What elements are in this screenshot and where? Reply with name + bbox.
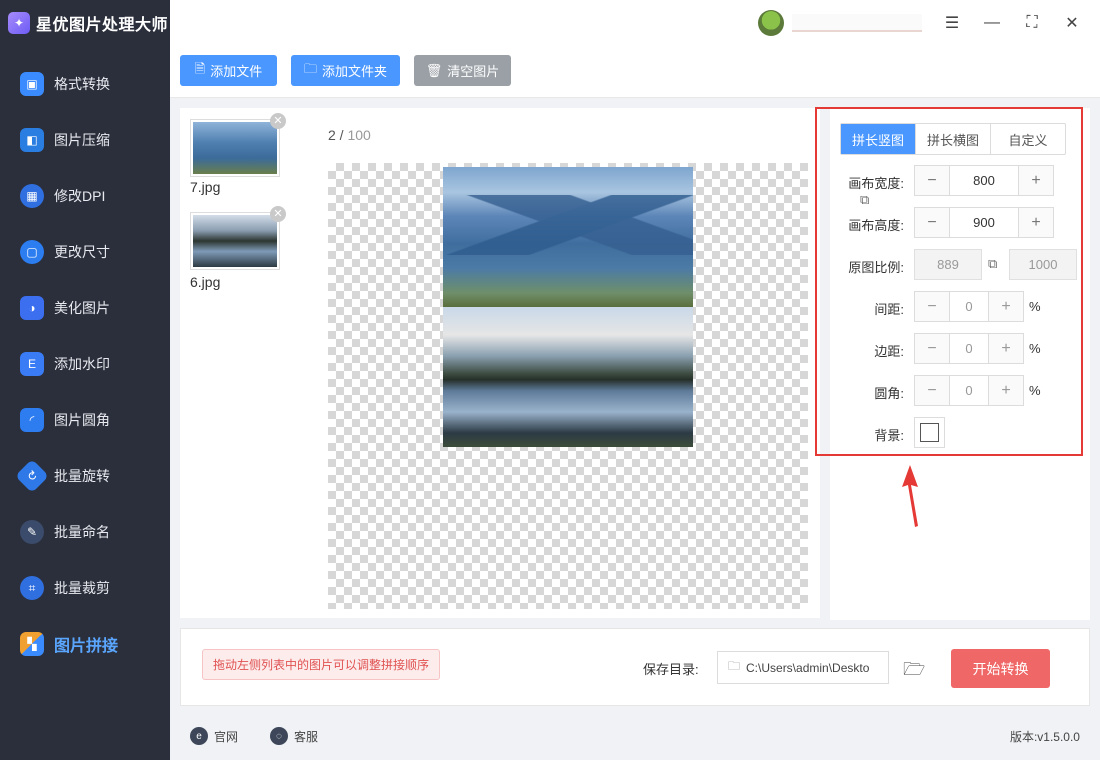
sidebar-item-label: 添加水印 [54,356,110,372]
crop-icon: ⌗ [20,576,44,600]
app-title: 星优图片处理大师 [36,17,169,34]
app-brand: ✦ 星优图片处理大师 [0,0,170,46]
sidebar-item-stitch[interactable]: ▚ 图片拼接 [0,616,170,672]
hint-banner: 拖动左侧列表中的图片可以调整拼接顺序 [202,649,441,680]
save-path-value: C:\Users\admin\Deskto [746,660,870,675]
file-icon: 🗎 [194,60,206,76]
file-name: 6.jpg [190,274,221,290]
annotation-arrow-icon [902,465,918,527]
website-icon: e [190,727,208,745]
browse-folder-icon[interactable]: 🗁 [903,657,925,687]
clear-images-button[interactable]: 🗑 清空图片 [414,55,511,86]
trash-icon: 🗑 [425,62,443,78]
stitched-preview [443,167,693,447]
image-compress-icon: ◧ [20,128,44,152]
folder-icon: 🗀 [303,60,317,76]
maximize-icon[interactable]: ⛶ [1021,12,1043,34]
sidebar-item-dpi[interactable]: ▦ 修改DPI [0,168,170,224]
customer-service-link[interactable]: ◌ 客服 [270,727,318,745]
beautify-icon: ◑ [20,296,44,320]
add-file-button[interactable]: 🗎 添加文件 [180,55,277,86]
website-link[interactable]: e 官网 [190,727,238,745]
rounded-corner-icon: ◜ [20,408,44,432]
sidebar-item-compress[interactable]: ◧ 图片压缩 [0,112,170,168]
sidebar-item-rename[interactable]: ✎ 批量命名 [0,504,170,560]
sidebar-item-label: 更改尺寸 [54,244,110,260]
add-file-label: 添加文件 [210,64,263,79]
dpi-icon: ▦ [20,184,44,208]
watermark-icon: E [20,352,44,376]
website-label: 官网 [214,729,239,744]
minimize-icon[interactable]: — [981,12,1003,34]
sidebar-item-label: 图片拼接 [54,638,119,655]
save-dir-label: 保存目录: [643,662,699,677]
add-folder-label: 添加文件夹 [322,64,388,79]
sidebar-item-label: 批量命名 [54,524,110,540]
sidebar: ✦ 星优图片处理大师 ▣ 格式转换 ◧ 图片压缩 ▦ 修改DPI ▢ 更改尺寸 … [0,0,170,760]
sidebar-item-format-convert[interactable]: ▣ 格式转换 [0,56,170,112]
folder-icon: 🗀 [728,659,741,673]
version-label: 版本:v1.5.0.0 [1009,730,1080,744]
app-logo-icon: ✦ [8,12,30,34]
customer-service-label: 客服 [294,729,319,744]
file-name: 7.jpg [190,179,221,195]
sidebar-item-crop[interactable]: ⌗ 批量裁剪 [0,560,170,616]
start-convert-button[interactable]: 开始转换 [951,649,1050,688]
sidebar-item-rotate[interactable]: ↻ 批量旋转 [0,448,170,504]
file-thumbnail-7[interactable]: ✕ [190,113,286,177]
preview-image-1 [443,167,693,307]
account-name[interactable] [792,14,922,32]
footer: e 官网 ◌ 客服 版本:v1.5.0.0 [170,712,1100,760]
thumbnail-image [193,122,277,174]
sidebar-item-label: 图片圆角 [54,412,110,428]
rename-icon: ✎ [20,520,44,544]
preview-image-2 [443,307,693,447]
sidebar-item-rounded-corner[interactable]: ◜ 图片圆角 [0,392,170,448]
chat-icon: ◌ [270,727,288,745]
title-bar: ☰ — ⛶ ✕ [170,0,1100,46]
remove-file-icon[interactable]: ✕ [270,113,286,129]
counter-separator: / [335,127,348,143]
stitch-icon: ▚ [20,632,44,656]
sidebar-item-label: 批量裁剪 [54,580,110,596]
sidebar-item-label: 图片压缩 [54,132,110,148]
file-thumbnail-6[interactable]: ✕ [190,206,286,270]
sidebar-item-label: 美化图片 [54,300,110,316]
clear-images-label: 清空图片 [447,64,500,79]
settings-sliders-icon[interactable]: ☰ [941,12,963,34]
counter-total: 100 [347,127,371,143]
sidebar-item-label: 批量旋转 [54,468,110,484]
sidebar-item-watermark[interactable]: E 添加水印 [0,336,170,392]
bottom-bar: 拖动左侧列表中的图片可以调整拼接顺序 保存目录: 🗀 C:\Users\admi… [180,628,1090,706]
save-path-field[interactable]: 🗀 C:\Users\admin\Deskto [717,651,889,684]
thumbnail-image [193,215,277,267]
remove-file-icon[interactable]: ✕ [270,206,286,222]
sidebar-item-resize[interactable]: ▢ 更改尺寸 [0,224,170,280]
image-counter: 2 / 100 [328,127,371,143]
close-icon[interactable]: ✕ [1061,12,1083,34]
sidebar-item-label: 格式转换 [54,76,110,92]
preview-panel: ✕ 7.jpg ✕ 6.jpg 2 / 100 [180,108,820,618]
avatar[interactable] [758,10,784,36]
sidebar-nav: ▣ 格式转换 ◧ 图片压缩 ▦ 修改DPI ▢ 更改尺寸 ◑ 美化图片 E 添加… [0,56,170,672]
sidebar-item-label: 修改DPI [54,188,106,204]
resize-icon: ▢ [20,240,44,264]
counter-current: 2 [328,127,336,143]
sidebar-item-beautify[interactable]: ◑ 美化图片 [0,280,170,336]
add-folder-button[interactable]: 🗀 添加文件夹 [291,55,400,86]
rotate-icon: ↻ [15,459,49,493]
toolbar: 🗎 添加文件 🗀 添加文件夹 🗑 清空图片 [170,46,1100,98]
image-convert-icon: ▣ [20,72,44,96]
highlight-box [815,107,1083,456]
